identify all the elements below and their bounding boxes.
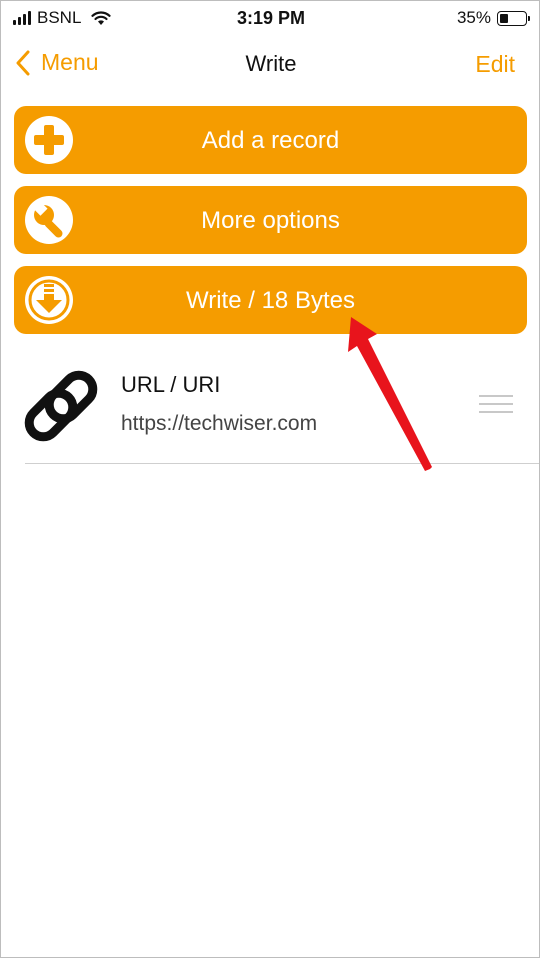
status-right: 35% <box>456 8 530 28</box>
add-record-button[interactable]: Add a record <box>14 106 527 174</box>
record-type: URL / URI <box>121 372 221 397</box>
status-bar: BSNL 3:19 PM 35% <box>1 1 540 37</box>
edit-button[interactable]: Edit <box>475 51 515 78</box>
row-divider <box>25 463 539 464</box>
battery-icon <box>497 10 530 26</box>
add-record-label: Add a record <box>201 127 340 154</box>
more-options-button[interactable]: More options <box>14 186 527 254</box>
write-label: Write / 18 Bytes <box>186 287 355 314</box>
page-title: Write <box>245 51 297 76</box>
navigation-bar: Menu Write Edit <box>1 41 540 87</box>
link-icon <box>24 370 98 442</box>
battery-percent: 35% <box>456 8 491 27</box>
record-url: https://techwiser.com <box>121 412 318 435</box>
record-row[interactable]: URL / URI https://techwiser.com <box>1 346 540 464</box>
write-button[interactable]: Write / 18 Bytes <box>14 266 527 334</box>
drag-handle-icon[interactable] <box>479 395 513 417</box>
more-options-label: More options <box>201 207 340 234</box>
